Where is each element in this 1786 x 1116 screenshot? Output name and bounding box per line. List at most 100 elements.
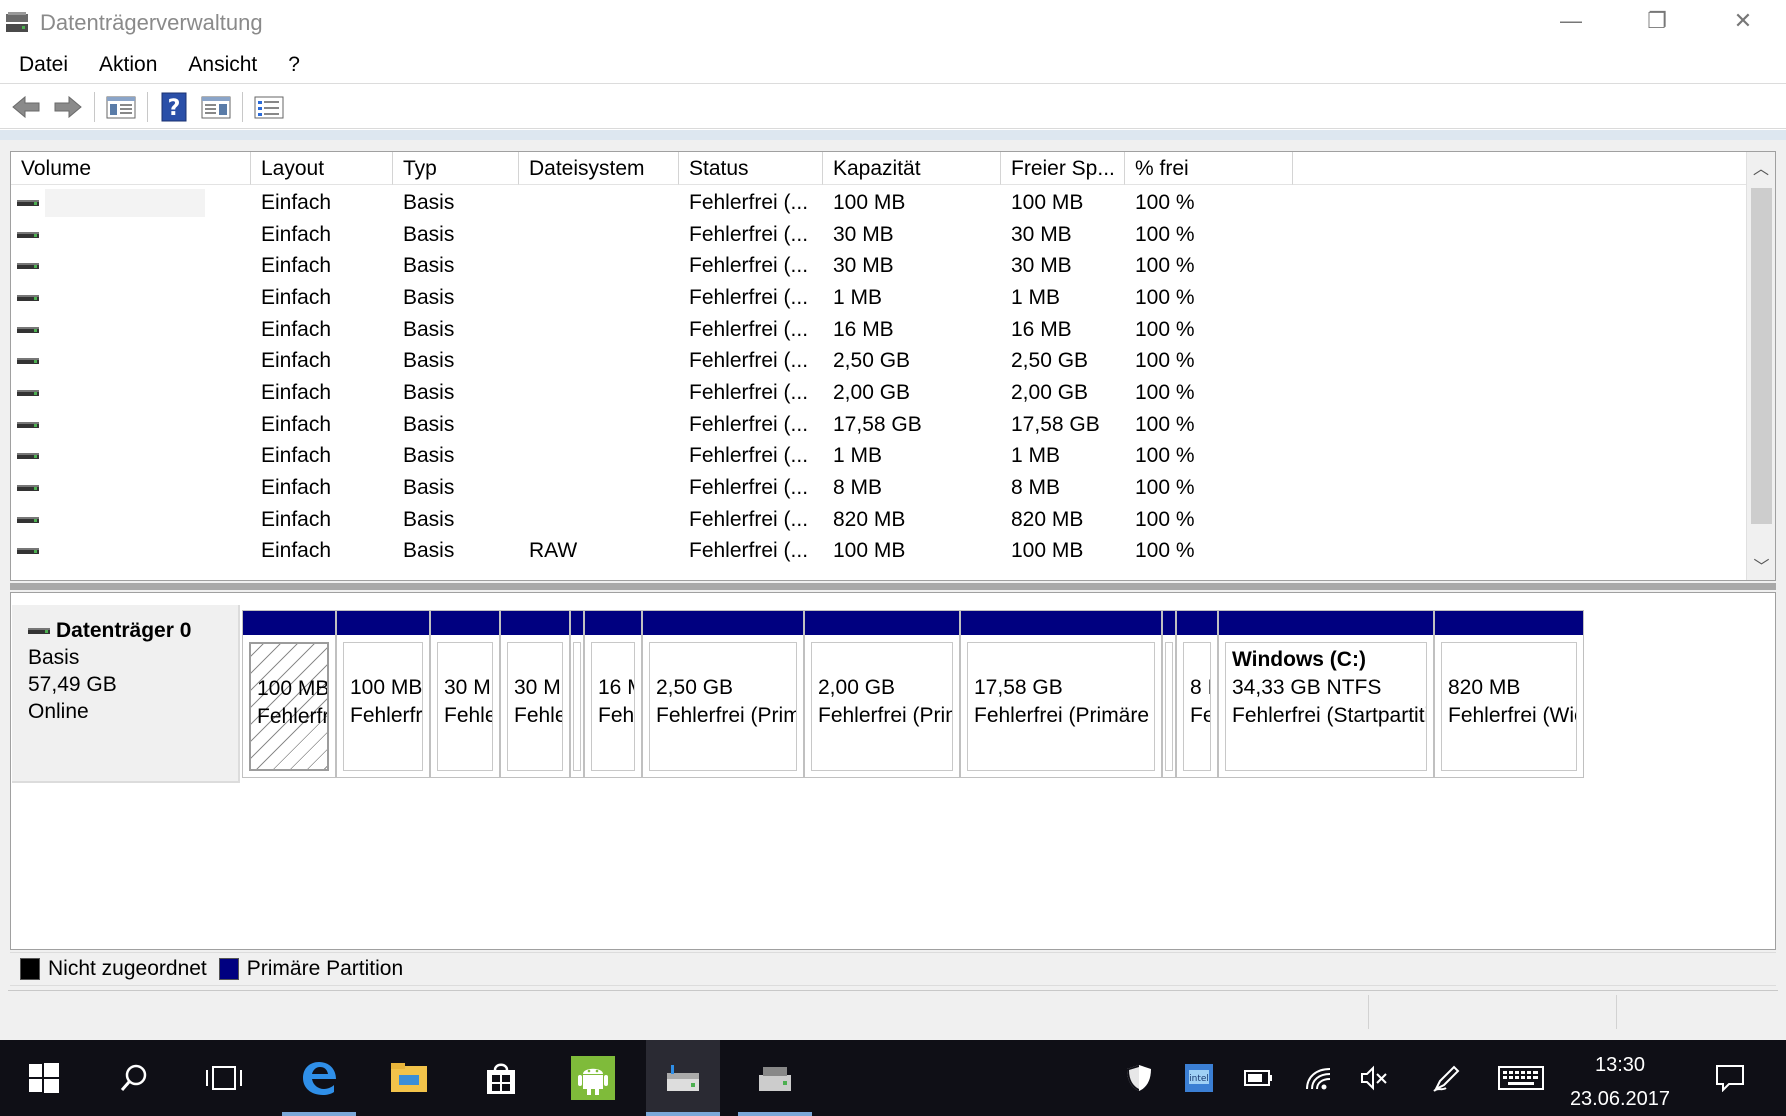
volume-icon <box>17 389 39 396</box>
volume-list-header: Volume Layout Typ Dateisystem Status Kap… <box>11 152 1746 185</box>
menu-datei[interactable]: Datei <box>7 53 80 77</box>
cell-status: Fehlerfrei (... <box>689 254 809 278</box>
volume-row[interactable]: Einfach Basis Fehlerfrei (... 1 MB 1 MB 100 % <box>11 441 1746 473</box>
start-icon[interactable] <box>8 1040 80 1116</box>
restore-button[interactable]: ❐ <box>1614 0 1700 42</box>
battery-icon[interactable] <box>1232 1040 1286 1116</box>
partition-name-empty <box>257 647 327 675</box>
status-bar <box>8 990 1778 1034</box>
edge-icon[interactable] <box>282 1040 356 1116</box>
volume-row[interactable]: Einfach Basis Fehlerfrei (... 2,00 GB 2,00 G… <box>11 377 1746 409</box>
intel-graphics-icon[interactable]: intel <box>1172 1040 1226 1116</box>
volume-row[interactable]: Einfach Basis Fehlerfrei (... 17,58 GB 17,58… <box>11 409 1746 441</box>
store-icon[interactable] <box>464 1040 538 1116</box>
cell-typ: Basis <box>403 222 455 246</box>
task-view-icon[interactable] <box>188 1040 260 1116</box>
column-header-layout[interactable]: Layout <box>251 152 393 185</box>
cell-status: Fehlerfrei (... <box>689 317 809 341</box>
partition-block[interactable]: 8 I Fe <box>1176 610 1218 778</box>
partition-name-empty <box>1448 646 1576 674</box>
scroll-up-icon[interactable]: ︿ <box>1747 152 1775 182</box>
cell-freier-speicher: 100 MB <box>1011 190 1084 214</box>
volume-row[interactable]: Einfach Basis Fehlerfrei (... 1 MB 1 MB 100 % <box>11 282 1746 314</box>
partition-status: Fehlerfrei (Prim <box>818 704 953 727</box>
partition-block[interactable] <box>570 610 584 778</box>
cell-typ: Basis <box>403 254 455 278</box>
scroll-down-icon[interactable]: ﹀ <box>1747 550 1775 580</box>
partition-block[interactable]: 2,00 GB Fehlerfrei (Prim <box>804 610 960 778</box>
volume-row[interactable]: Einfach Basis Fehlerfrei (... 8 MB 8 MB 100 % <box>11 472 1746 504</box>
partition-block[interactable]: 16 M Feh <box>584 610 642 778</box>
cell-layout: Einfach <box>261 190 332 214</box>
partition-block[interactable] <box>1162 610 1176 778</box>
title-bar: Datenträgerverwaltung — ❐ ✕ <box>0 0 1786 46</box>
volume-icon <box>17 294 39 301</box>
disk-info-panel[interactable]: Datenträger 0 Basis 57,49 GB Online <box>12 605 240 783</box>
partition-status: Fehle <box>444 704 493 727</box>
partition-block[interactable]: Windows (C:) 34,33 GB NTFS Fehlerfrei (Sta… <box>1218 610 1434 778</box>
partition-block[interactable]: 2,50 GB Fehlerfrei (Primä <box>642 610 804 778</box>
system-clock[interactable]: 13:30 23.06.2017 <box>1560 1048 1680 1116</box>
cell-kapazitaet: 30 MB <box>833 254 894 278</box>
cell-kapazitaet: 820 MB <box>833 507 906 531</box>
volume-row[interactable]: Einfach Basis Fehlerfrei (... 2,50 GB 2,50 G… <box>11 345 1746 377</box>
cell-freier-speicher: 100 MB <box>1011 539 1084 563</box>
column-header-typ[interactable]: Typ <box>393 152 519 185</box>
volume-row[interactable]: Einfach Basis RAW Fehlerfrei (... 100 MB 100 … <box>11 536 1746 568</box>
cell-status: Fehlerfrei (... <box>689 444 809 468</box>
wifi-icon[interactable] <box>1292 1040 1346 1116</box>
partition-block[interactable]: 820 MB Fehlerfrei (Wie <box>1434 610 1584 778</box>
partition-name-empty <box>818 646 952 674</box>
help-icon[interactable]: ? <box>156 90 192 124</box>
cell-volume <box>11 263 251 270</box>
android-icon[interactable] <box>556 1040 630 1116</box>
column-header-dateisystem[interactable]: Dateisystem <box>519 152 679 185</box>
volume-row[interactable]: Einfach Basis Fehlerfrei (... 30 MB 30 MB 100… <box>11 250 1746 282</box>
volume-list-scrollbar[interactable]: ︿ ﹀ <box>1746 152 1775 580</box>
column-header-status[interactable]: Status <box>679 152 823 185</box>
cell-status: Fehlerfrei (... <box>689 380 809 404</box>
disk-management-taskbar-icon[interactable] <box>646 1040 720 1116</box>
partition-size: 820 MB <box>1448 676 1521 699</box>
menu-help[interactable]: ? <box>276 53 312 77</box>
properties-icon[interactable] <box>198 90 234 124</box>
disk-list-icon[interactable] <box>251 90 287 124</box>
back-arrow-icon[interactable] <box>8 90 44 124</box>
partition-block[interactable]: 30 M Fehle <box>430 610 500 778</box>
partition-block[interactable]: 100 MB Fehlerfrei <box>242 610 336 778</box>
minimize-button[interactable]: — <box>1528 0 1614 42</box>
show-hide-tree-icon[interactable] <box>103 90 139 124</box>
column-header-freier-speicher[interactable]: Freier Sp... <box>1001 152 1125 185</box>
file-explorer-icon[interactable] <box>372 1040 446 1116</box>
keyboard-icon[interactable] <box>1492 1040 1550 1116</box>
taskbar: intel 13:30 23.06.2017 <box>0 1040 1786 1116</box>
volume-row[interactable]: Einfach Basis Fehlerfrei (... 100 MB 100 MB 1… <box>11 187 1746 219</box>
partition-block[interactable]: 30 M Fehle <box>500 610 570 778</box>
app-icon[interactable] <box>738 1040 812 1116</box>
volume-row[interactable]: Einfach Basis Fehlerfrei (... 30 MB 30 MB 100… <box>11 219 1746 251</box>
cell-status: Fehlerfrei (... <box>689 349 809 373</box>
forward-arrow-icon[interactable] <box>50 90 86 124</box>
column-header-prozent-frei[interactable]: % frei <box>1125 152 1293 185</box>
cell-kapazitaet: 100 MB <box>833 539 906 563</box>
shield-icon[interactable] <box>1112 1040 1166 1116</box>
scroll-thumb[interactable] <box>1751 188 1772 524</box>
menu-aktion[interactable]: Aktion <box>87 53 169 77</box>
pen-icon[interactable] <box>1420 1040 1474 1116</box>
partition-name-empty <box>974 646 1154 674</box>
partition-block[interactable]: 100 MB Fehlerfrei <box>336 610 430 778</box>
volume-row[interactable]: Einfach Basis Fehlerfrei (... 16 MB 16 MB 100… <box>11 314 1746 346</box>
clock-time: 13:30 <box>1594 1054 1646 1076</box>
pane-splitter[interactable] <box>10 583 1776 590</box>
close-button[interactable]: ✕ <box>1700 0 1786 42</box>
menu-ansicht[interactable]: Ansicht <box>176 53 269 77</box>
volume-row[interactable]: Einfach Basis Fehlerfrei (... 820 MB 820 MB 1… <box>11 504 1746 536</box>
search-icon[interactable] <box>98 1040 170 1116</box>
column-header-kapazitaet[interactable]: Kapazität <box>823 152 1001 185</box>
volume-muted-icon[interactable] <box>1348 1040 1402 1116</box>
partition-type-bar <box>431 611 499 635</box>
volume-name-highlight <box>45 188 205 217</box>
action-center-icon[interactable] <box>1700 1040 1760 1116</box>
column-header-volume[interactable]: Volume <box>11 152 251 185</box>
partition-block[interactable]: 17,58 GB Fehlerfrei (Primäre P <box>960 610 1162 778</box>
